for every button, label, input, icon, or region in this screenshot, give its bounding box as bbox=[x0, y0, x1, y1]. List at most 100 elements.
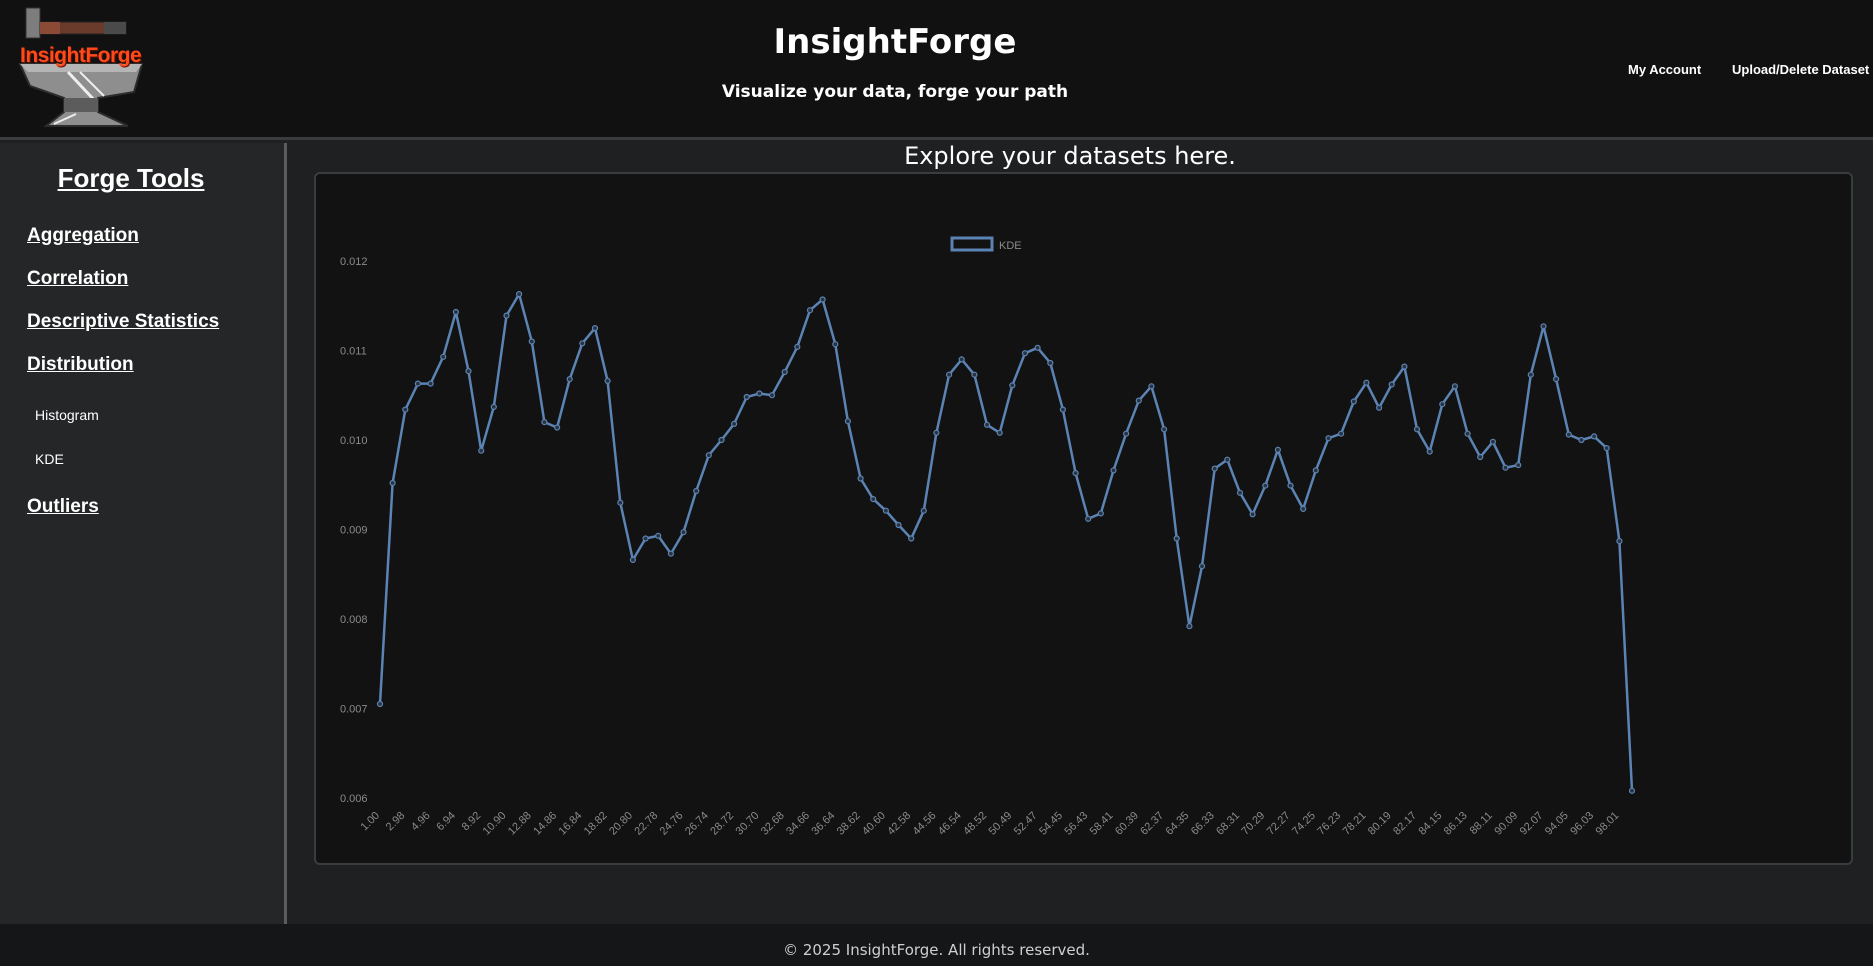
kde-data-point[interactable] bbox=[1388, 381, 1395, 388]
kde-data-point[interactable] bbox=[743, 393, 750, 401]
kde-data-point[interactable] bbox=[1034, 344, 1041, 351]
kde-data-point[interactable] bbox=[1527, 371, 1534, 378]
kde-data-point[interactable] bbox=[756, 390, 763, 397]
kde-data-point[interactable] bbox=[1565, 431, 1572, 438]
kde-data-point[interactable] bbox=[579, 340, 586, 347]
kde-data-point[interactable] bbox=[516, 290, 523, 298]
kde-data-point[interactable] bbox=[1451, 383, 1459, 390]
kde-data-point[interactable] bbox=[819, 296, 826, 303]
kde-data-point[interactable] bbox=[1489, 438, 1497, 445]
kde-data-point[interactable] bbox=[554, 424, 561, 431]
kde-data-point[interactable] bbox=[1616, 538, 1623, 545]
kde-data-point[interactable] bbox=[503, 312, 510, 319]
kde-data-point[interactable] bbox=[933, 429, 940, 436]
kde-data-point[interactable] bbox=[768, 392, 776, 399]
kde-data-point[interactable] bbox=[642, 535, 649, 542]
sidebar-item-descriptive-statistics[interactable]: Descriptive Statistics bbox=[27, 311, 219, 333]
kde-data-point[interactable] bbox=[1211, 465, 1218, 472]
kde-data-point[interactable] bbox=[1439, 401, 1446, 408]
kde-data-point[interactable] bbox=[427, 380, 434, 387]
kde-data-point[interactable] bbox=[591, 325, 599, 332]
kde-data-point[interactable] bbox=[794, 343, 801, 350]
sidebar-item-distribution[interactable]: Distribution bbox=[27, 354, 134, 376]
kde-data-point[interactable] bbox=[1287, 482, 1294, 489]
sidebar-item-outliers[interactable]: Outliers bbox=[27, 496, 99, 518]
kde-data-point[interactable] bbox=[857, 475, 864, 482]
kde-data-point[interactable] bbox=[1236, 489, 1244, 496]
kde-data-point[interactable] bbox=[971, 371, 978, 378]
kde-data-point[interactable] bbox=[604, 377, 611, 384]
kde-data-point[interactable] bbox=[870, 496, 877, 503]
kde-data-point[interactable] bbox=[402, 406, 409, 413]
kde-data-point[interactable] bbox=[1628, 787, 1636, 794]
kde-data-point[interactable] bbox=[1426, 448, 1433, 455]
kde-data-point[interactable] bbox=[996, 429, 1003, 436]
sidebar-subitem-histogram[interactable]: Histogram bbox=[35, 407, 99, 423]
sidebar-item-aggregation[interactable]: Aggregation bbox=[27, 225, 139, 247]
sidebar-item-correlation[interactable]: Correlation bbox=[27, 268, 128, 290]
kde-data-point[interactable] bbox=[1375, 404, 1383, 411]
kde-data-point[interactable] bbox=[1249, 511, 1256, 518]
kde-data-point[interactable] bbox=[1009, 382, 1016, 389]
kde-data-point[interactable] bbox=[1477, 453, 1484, 461]
kde-data-point[interactable] bbox=[1300, 505, 1307, 512]
kde-data-point[interactable] bbox=[983, 421, 991, 428]
kde-data-point[interactable] bbox=[1122, 430, 1130, 437]
kde-data-point[interactable] bbox=[945, 371, 953, 378]
kde-data-point[interactable] bbox=[1198, 563, 1206, 570]
kde-data-point[interactable] bbox=[958, 356, 965, 363]
chart-legend[interactable]: KDE bbox=[950, 236, 1022, 252]
kde-data-point[interactable] bbox=[528, 338, 535, 345]
kde-data-point[interactable] bbox=[1401, 363, 1408, 370]
kde-data-point[interactable] bbox=[629, 556, 636, 563]
my-account-link[interactable]: My Account bbox=[1628, 62, 1701, 77]
kde-data-point[interactable] bbox=[667, 550, 674, 557]
kde-data-point[interactable] bbox=[541, 419, 548, 426]
kde-data-point[interactable] bbox=[1590, 433, 1598, 440]
kde-data-point[interactable] bbox=[680, 529, 687, 536]
kde-data-point[interactable] bbox=[465, 368, 472, 375]
kde-data-point[interactable] bbox=[1059, 406, 1067, 413]
kde-data-point[interactable] bbox=[1097, 510, 1104, 517]
kde-data-point[interactable] bbox=[832, 341, 839, 348]
kde-data-point[interactable] bbox=[844, 418, 852, 425]
kde-data-point[interactable] bbox=[1502, 464, 1509, 471]
kde-data-point[interactable] bbox=[718, 436, 725, 444]
kde-data-point[interactable] bbox=[731, 420, 738, 427]
kde-data-point[interactable] bbox=[478, 447, 485, 454]
kde-data-point[interactable] bbox=[1552, 376, 1560, 383]
kde-data-point[interactable] bbox=[1160, 426, 1168, 433]
kde-data-point[interactable] bbox=[806, 307, 814, 314]
kde-data-point[interactable] bbox=[1413, 426, 1421, 433]
kde-data-point[interactable] bbox=[1515, 462, 1522, 469]
kde-data-point[interactable] bbox=[1603, 445, 1610, 452]
kde-data-point[interactable] bbox=[1072, 470, 1079, 477]
kde-data-point[interactable] bbox=[1578, 436, 1585, 444]
kde-data-point[interactable] bbox=[1047, 359, 1054, 367]
kde-data-point[interactable] bbox=[920, 507, 927, 514]
kde-data-point[interactable] bbox=[1274, 446, 1282, 453]
kde-data-point[interactable] bbox=[1186, 623, 1193, 630]
kde-data-point[interactable] bbox=[882, 507, 890, 514]
kde-data-point[interactable] bbox=[1262, 482, 1269, 489]
kde-data-point[interactable] bbox=[655, 532, 662, 539]
kde-data-point[interactable] bbox=[1085, 515, 1092, 522]
kde-data-point[interactable] bbox=[1540, 323, 1547, 330]
kde-data-point[interactable] bbox=[389, 479, 396, 487]
kde-data-point[interactable] bbox=[440, 353, 447, 360]
upload-delete-dataset-link[interactable]: Upload/Delete Dataset bbox=[1732, 62, 1869, 77]
kde-data-point[interactable] bbox=[1110, 467, 1117, 474]
kde-data-point[interactable] bbox=[1350, 398, 1357, 405]
kde-data-point[interactable] bbox=[414, 380, 422, 387]
kde-data-point[interactable] bbox=[781, 368, 788, 376]
kde-data-point[interactable] bbox=[1464, 430, 1471, 437]
kde-data-point[interactable] bbox=[693, 487, 700, 495]
kde-data-point[interactable] bbox=[566, 376, 573, 383]
kde-data-point[interactable] bbox=[908, 535, 915, 542]
sidebar-subitem-kde[interactable]: KDE bbox=[35, 451, 64, 467]
kde-data-point[interactable] bbox=[1325, 435, 1332, 442]
kde-data-point[interactable] bbox=[1135, 397, 1142, 404]
kde-data-point[interactable] bbox=[490, 403, 497, 410]
kde-data-point[interactable] bbox=[376, 700, 384, 708]
kde-data-point[interactable] bbox=[1148, 383, 1155, 390]
